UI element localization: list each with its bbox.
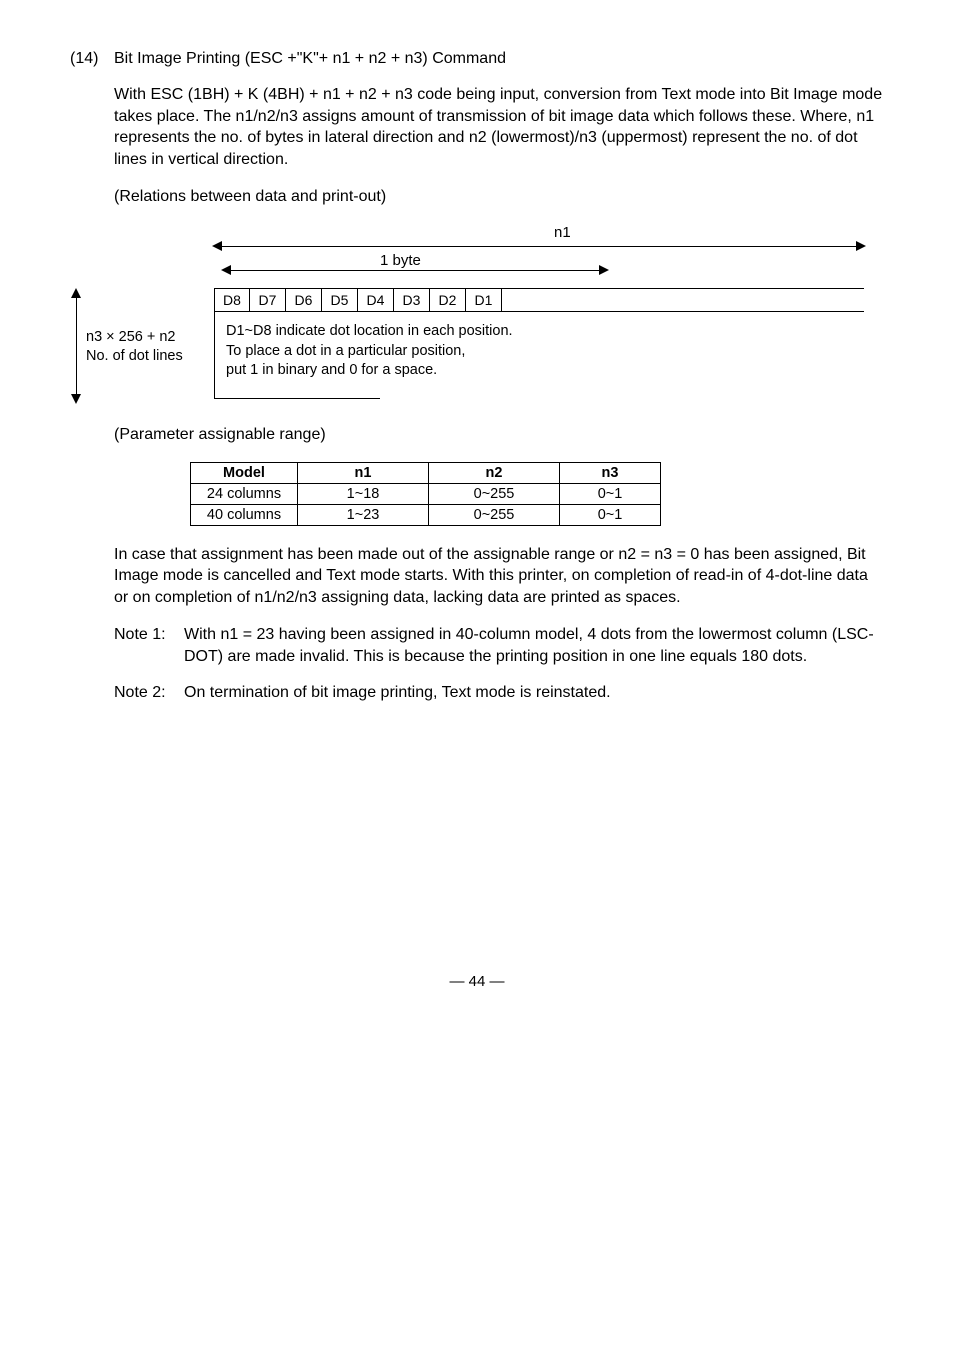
table-row: 40 columns 1~23 0~255 0~1 (191, 504, 661, 525)
cell-n3: 0~1 (560, 483, 661, 504)
section-heading: Bit Image Printing (ESC +"K"+ n1 + n2 + … (114, 50, 884, 68)
bit-cell-d8: D8 (214, 289, 250, 311)
relations-heading: (Relations between data and print-out) (114, 186, 884, 208)
n1-arrow (214, 246, 864, 247)
th-n1: n1 (298, 462, 429, 483)
bit-row-rest (502, 289, 864, 311)
note-2-text: On termination of bit image printing, Te… (184, 682, 884, 704)
desc-line-2: To place a dot in a particular position, (226, 342, 513, 362)
byte-label: 1 byte (380, 252, 421, 269)
desc-line-3: put 1 in binary and 0 for a space. (226, 361, 513, 381)
intro-paragraph: With ESC (1BH) + K (4BH) + n1 + n2 + n3 … (114, 84, 884, 170)
th-model: Model (191, 462, 298, 483)
vertical-label: n3 × 256 + n2 No. of dot lines (86, 328, 183, 366)
note-1-text: With n1 = 23 having been assigned in 40-… (184, 624, 884, 667)
note-2: Note 2: On termination of bit image prin… (114, 682, 884, 704)
cell-model: 40 columns (191, 504, 298, 525)
section-number: (14) (70, 50, 114, 68)
note-2-label: Note 2: (114, 682, 184, 704)
cell-n2: 0~255 (429, 504, 560, 525)
n1-label: n1 (554, 224, 571, 241)
vertical-arrow (76, 290, 77, 402)
bit-cell-d1: D1 (466, 289, 502, 311)
page-number: — 44 — (70, 973, 884, 990)
note-1-label: Note 1: (114, 624, 184, 667)
th-n2: n2 (429, 462, 560, 483)
byte-arrow (223, 270, 607, 271)
cell-model: 24 columns (191, 483, 298, 504)
section-title: (14) Bit Image Printing (ESC +"K"+ n1 + … (70, 50, 884, 68)
vertical-label-caption: No. of dot lines (86, 347, 183, 366)
bit-cell-d7: D7 (250, 289, 286, 311)
table-row: 24 columns 1~18 0~255 0~1 (191, 483, 661, 504)
param-table: Model n1 n2 n3 24 columns 1~18 0~255 0~1… (190, 462, 661, 526)
bit-cell-d6: D6 (286, 289, 322, 311)
bit-cell-d3: D3 (394, 289, 430, 311)
bit-image-diagram: n1 1 byte D8 D7 D6 D5 D4 D3 D2 D1 n3 × 2… (70, 224, 884, 414)
table-header-row: Model n1 n2 n3 (191, 462, 661, 483)
bit-cell-d5: D5 (322, 289, 358, 311)
desc-line-1: D1~D8 indicate dot location in each posi… (226, 322, 513, 342)
cell-n2: 0~255 (429, 483, 560, 504)
cell-n3: 0~1 (560, 504, 661, 525)
bit-row: D8 D7 D6 D5 D4 D3 D2 D1 (214, 288, 864, 312)
note-1: Note 1: With n1 = 23 having been assigne… (114, 624, 884, 667)
after-table-paragraph: In case that assignment has been made ou… (114, 544, 884, 609)
th-n3: n3 (560, 462, 661, 483)
desc-text: D1~D8 indicate dot location in each posi… (226, 322, 513, 381)
param-heading: (Parameter assignable range) (114, 424, 884, 446)
cell-n1: 1~23 (298, 504, 429, 525)
vertical-label-formula: n3 × 256 + n2 (86, 328, 183, 347)
cell-n1: 1~18 (298, 483, 429, 504)
bit-cell-d4: D4 (358, 289, 394, 311)
bit-cell-d2: D2 (430, 289, 466, 311)
